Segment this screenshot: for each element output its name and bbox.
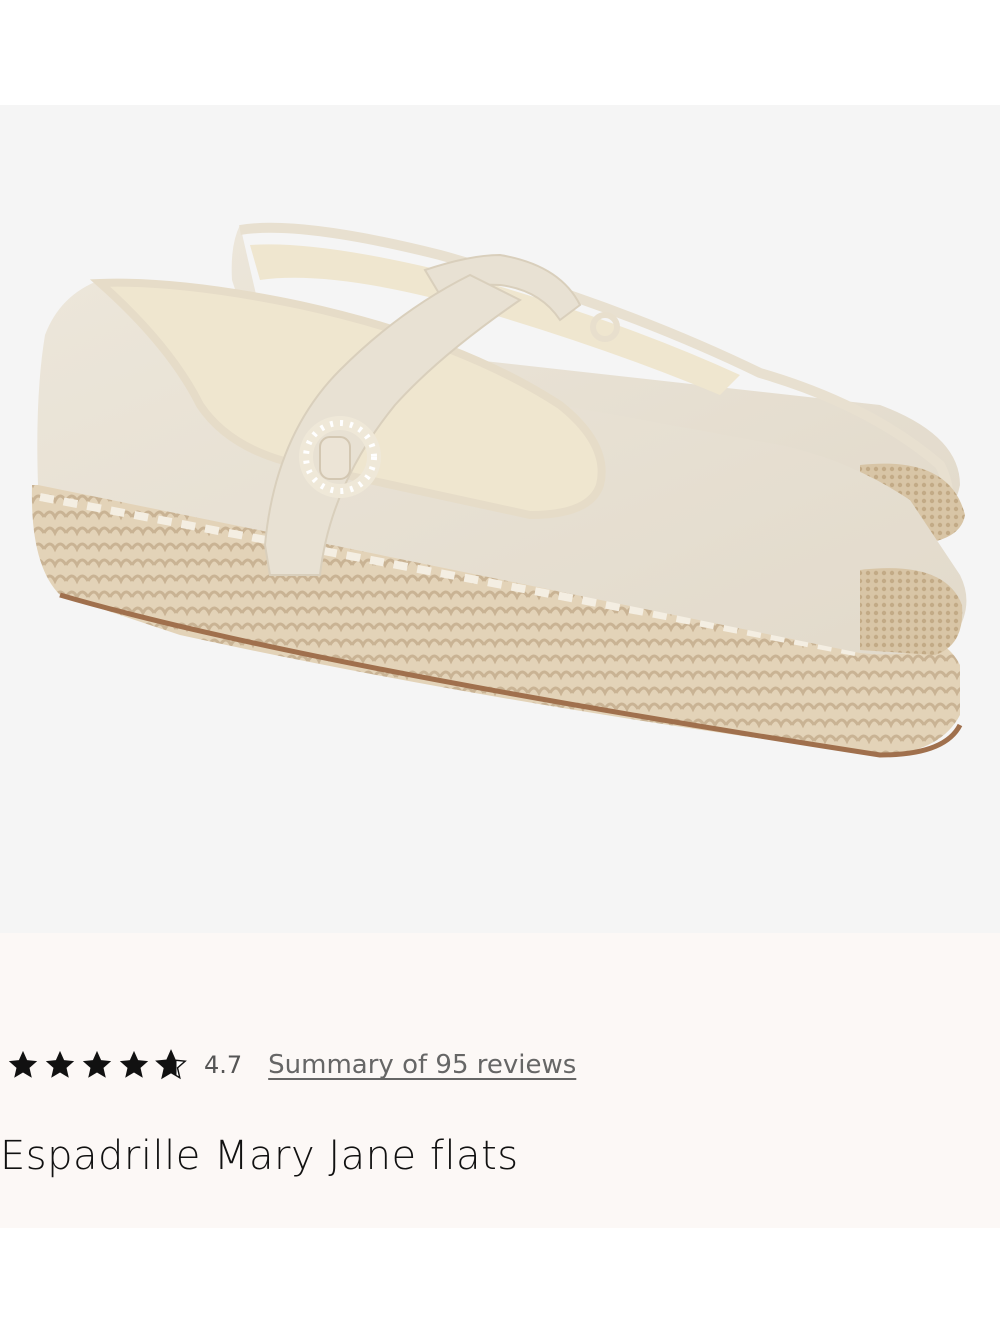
espadrille-shoes-illustration	[31, 222, 967, 758]
star-rating	[6, 1048, 188, 1082]
star-icon	[82, 1050, 112, 1078]
rating-row: 4.7 Summary of 95 reviews	[6, 1045, 576, 1085]
product-image[interactable]	[0, 105, 1000, 933]
product-title: Espadrille Mary Jane flats	[0, 1133, 519, 1179]
star-icon	[119, 1050, 149, 1078]
star-icon	[45, 1050, 75, 1078]
product-page: 4.7 Summary of 95 reviews Espadrille Mar…	[0, 0, 1000, 1333]
reviews-summary-link[interactable]: Summary of 95 reviews	[268, 1050, 576, 1080]
rating-value: 4.7	[204, 1051, 243, 1079]
star-partial-icon	[155, 1049, 187, 1080]
star-icon	[8, 1050, 38, 1078]
